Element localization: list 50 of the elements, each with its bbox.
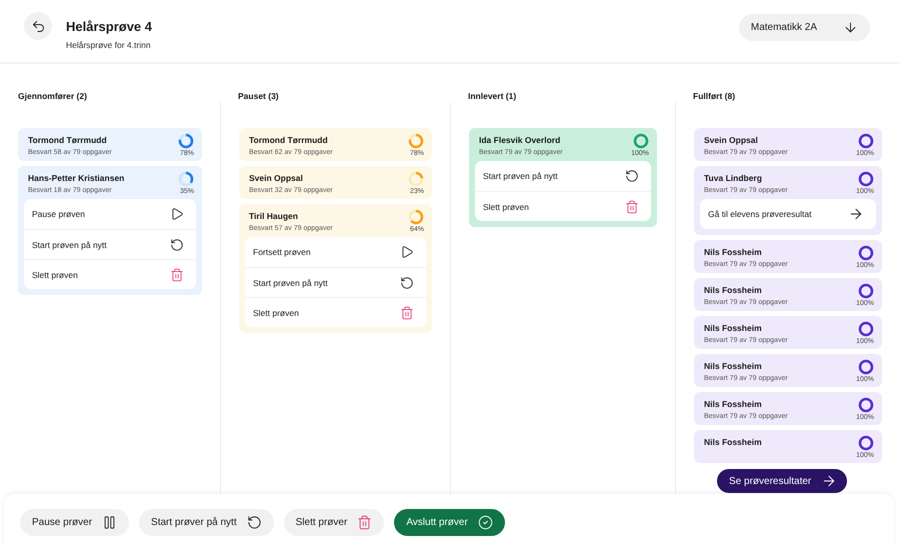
results-button[interactable]: Se prøveresultater xyxy=(717,469,848,493)
card-action[interactable]: Pause prøven xyxy=(24,199,196,229)
column-title: Gjennomfører (2) xyxy=(17,90,88,102)
student-name: Tuva Lindberg xyxy=(704,173,763,183)
student-name: Tormond Tørrmudd xyxy=(28,135,108,145)
column-title: Pauset (3) xyxy=(237,90,280,102)
student-name: Nils Fossheim xyxy=(704,323,763,333)
bulk-action-button[interactable]: Avslutt prøver xyxy=(394,508,505,536)
student-name: Nils Fossheim xyxy=(704,437,762,447)
trash-icon xyxy=(625,200,639,214)
card-action[interactable]: Slett prøven xyxy=(245,297,426,327)
student-name: Nils Fossheim xyxy=(704,361,763,371)
page-title: Helårsprøve 4 xyxy=(66,18,153,34)
card-action[interactable]: Start prøven på nytt xyxy=(24,229,196,259)
card-action[interactable]: Slett prøven xyxy=(475,191,651,221)
student-name: Tormond Tørrmudd xyxy=(249,135,329,145)
student-name: Svein Oppsal xyxy=(249,173,304,183)
play-icon xyxy=(400,245,414,259)
student-name: Tiril Haugen xyxy=(249,211,299,221)
card-action[interactable]: Start prøven på nytt xyxy=(475,161,651,191)
class-select[interactable]: Matematikk 2A xyxy=(738,14,870,40)
student-name: Nils Fossheim xyxy=(704,285,763,295)
trash-icon xyxy=(170,268,184,282)
restart-icon xyxy=(170,238,184,252)
back-button[interactable] xyxy=(24,12,52,40)
student-name: Nils Fossheim xyxy=(704,247,763,257)
student-name: Svein Oppsal xyxy=(704,135,759,145)
column-title: Innlevert (1) xyxy=(467,90,518,102)
play-icon xyxy=(170,207,184,221)
restart-icon xyxy=(400,276,414,290)
student-name: Hans-Petter Kristiansen xyxy=(28,173,124,183)
trash-icon xyxy=(357,514,372,530)
check-circle-icon xyxy=(478,514,493,530)
card-action[interactable]: Gå til elevens prøveresultat xyxy=(700,199,876,229)
restart-icon xyxy=(246,514,262,530)
page-subtitle: Helårsprøve for 4.trinn xyxy=(66,40,152,50)
restart-icon xyxy=(625,169,639,183)
bulk-action-button[interactable]: Pause prøver xyxy=(20,508,130,536)
bulk-action-button[interactable]: Start prøver på nytt xyxy=(139,508,274,536)
card-action[interactable]: Start prøven på nytt xyxy=(245,267,426,297)
trash-icon xyxy=(400,306,414,320)
column-title: Fullført (8) xyxy=(692,90,736,102)
card-action[interactable]: Slett prøven xyxy=(24,259,196,289)
bulk-action-button[interactable]: Slett prøver xyxy=(284,508,384,536)
student-name: Nils Fossheim xyxy=(704,399,763,409)
arrow-down-icon xyxy=(843,20,858,34)
pause-icon xyxy=(102,514,118,530)
student-name: Ida Flesvik Overlord xyxy=(479,135,562,145)
card-action[interactable]: Fortsett prøven xyxy=(245,237,426,267)
back-icon xyxy=(30,18,46,34)
